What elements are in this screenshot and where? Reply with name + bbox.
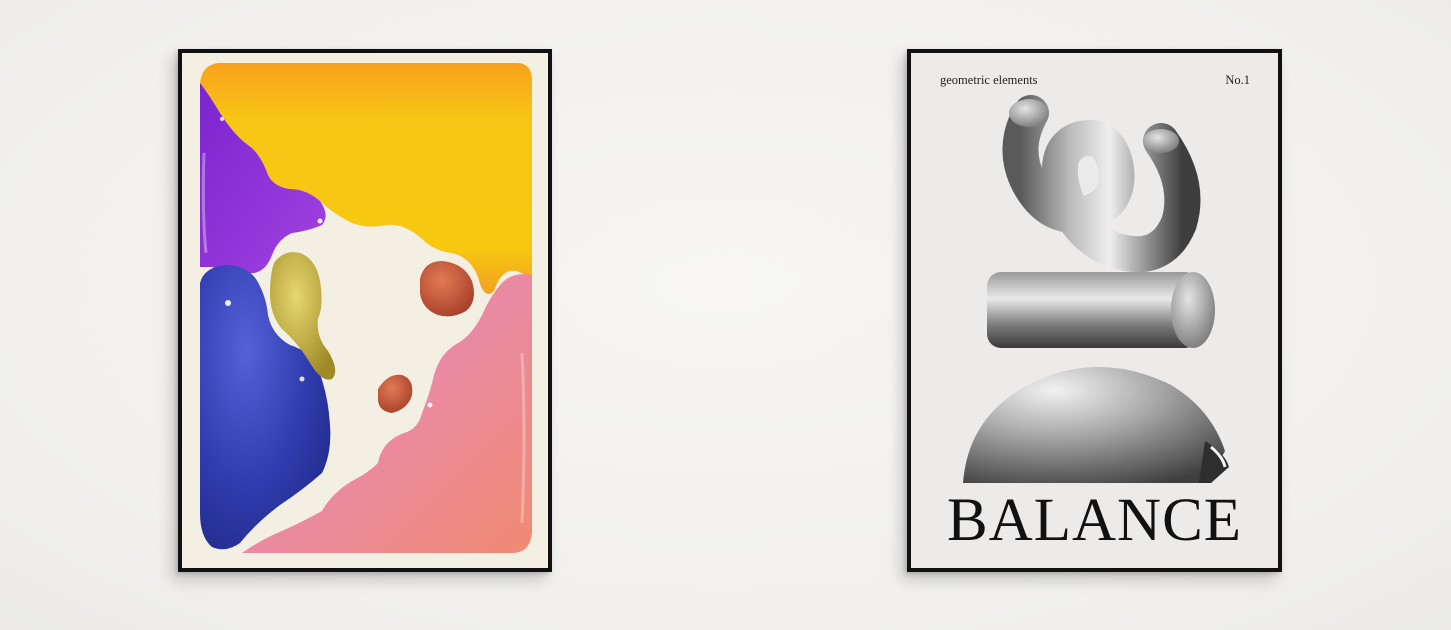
tube-end	[1143, 129, 1179, 153]
sparkle	[225, 300, 231, 306]
terracotta-blob-bottom	[378, 374, 413, 413]
cylinder-end	[1171, 272, 1215, 348]
half-dome	[963, 367, 1225, 483]
sparkle	[220, 117, 224, 121]
poster-paper-left	[182, 53, 548, 568]
sparkle	[427, 402, 433, 408]
sparkle	[299, 376, 305, 382]
poster-frame-left	[178, 49, 552, 572]
poster-paper-right: geometric elements No.1 BALANCE	[911, 53, 1278, 568]
terracotta-blob-top	[420, 261, 474, 317]
poster-title: BALANCE	[946, 487, 1243, 554]
abstract-liquid-artwork	[200, 63, 532, 553]
sparkle	[317, 218, 323, 224]
cylinder-body	[987, 272, 1199, 348]
poster-frame-right: geometric elements No.1 BALANCE	[907, 49, 1282, 572]
tube-end	[1009, 99, 1049, 127]
